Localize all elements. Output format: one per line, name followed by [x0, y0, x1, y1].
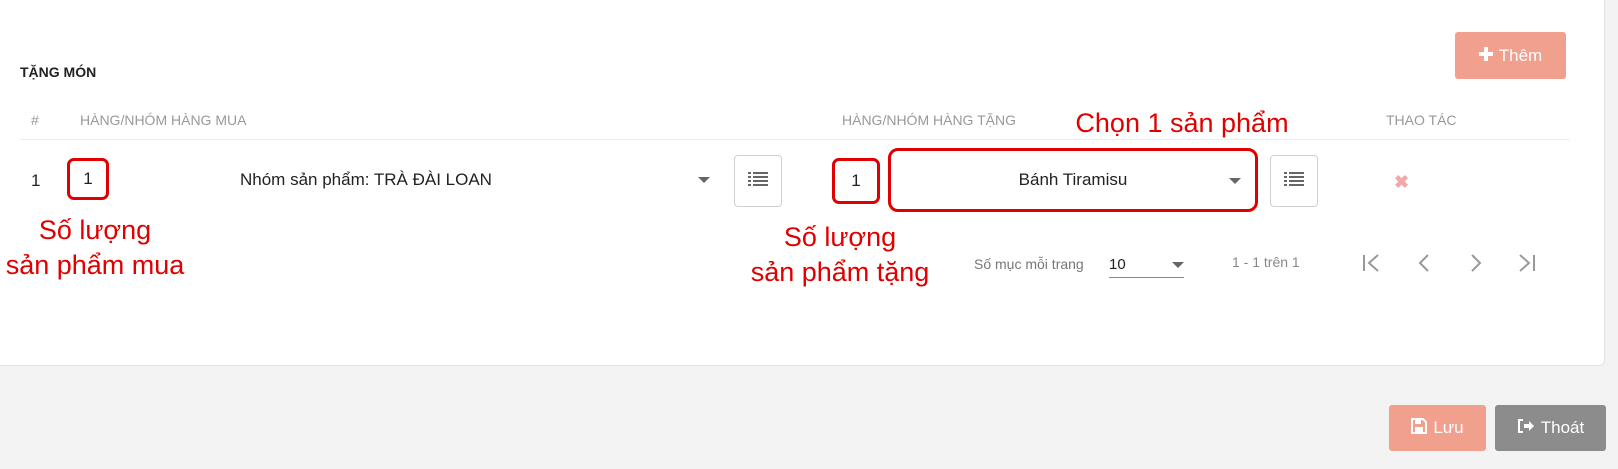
annotation-buy-quantity-line2: sản phẩm mua [5, 250, 185, 280]
buy-list-button[interactable] [734, 155, 782, 207]
chevron-down-icon [1229, 178, 1241, 184]
chevron-left-icon [1417, 253, 1431, 278]
first-page-button[interactable] [1358, 251, 1386, 279]
add-button-label: Thêm [1498, 45, 1543, 65]
exit-button-label: Thoát [1540, 418, 1585, 437]
chevron-right-icon [1469, 253, 1483, 278]
section-title: TẶNG MÓN [20, 64, 97, 80]
row-index: 1 [31, 171, 41, 190]
per-page-label: Số mục mỗi trang [974, 256, 1084, 272]
save-button-label: Lưu [1433, 418, 1464, 437]
header-gift-group: HÀNG/NHÓM HÀNG TẶNG [842, 112, 1016, 128]
header-index: # [31, 112, 39, 128]
header-divider [20, 139, 1570, 140]
per-page-select[interactable]: 10 [1109, 252, 1184, 278]
plus-icon [1478, 46, 1493, 66]
save-button[interactable]: Lưu [1389, 405, 1486, 451]
annotation-gift-quantity: Số lượng sản phẩm tặng [740, 220, 940, 290]
chevron-down-icon [698, 177, 710, 183]
gift-list-button[interactable] [1270, 155, 1318, 207]
annotation-gift-quantity-line1: Số lượng [783, 222, 897, 252]
annotation-buy-quantity-line1: Số lượng [38, 215, 152, 245]
annotation-gift-quantity-line2: sản phẩm tặng [750, 257, 930, 287]
last-page-button[interactable] [1512, 251, 1540, 279]
first-page-icon [1361, 253, 1383, 278]
buy-item-value: Nhóm sản phẩm: TRÀ ĐÀI LOAN [240, 170, 492, 189]
per-page-value: 10 [1109, 256, 1126, 273]
buy-quantity-input[interactable]: 1 [67, 158, 109, 200]
gift-panel: TẶNG MÓN Thêm # HÀNG/NHÓM HÀNG MUA HÀNG/… [0, 0, 1605, 366]
buy-item-select[interactable]: Nhóm sản phẩm: TRÀ ĐÀI LOAN [240, 160, 710, 200]
annotation-buy-quantity: Số lượng sản phẩm mua [0, 213, 190, 283]
gift-item-select[interactable]: Bánh Tiramisu [888, 148, 1258, 212]
add-button[interactable]: Thêm [1455, 32, 1566, 79]
prev-page-button[interactable] [1410, 251, 1438, 279]
gift-item-value: Bánh Tiramisu [1018, 170, 1128, 189]
next-page-button[interactable] [1462, 251, 1490, 279]
floppy-disk-icon [1411, 417, 1428, 439]
last-page-icon [1515, 253, 1537, 278]
annotation-choose-product: Chọn 1 sản phẩm [1075, 108, 1289, 138]
header-buy-group: HÀNG/NHÓM HÀNG MUA [80, 112, 247, 128]
delete-row-icon[interactable]: ✖ [1394, 172, 1409, 193]
header-actions: THAO TÁC [1386, 112, 1457, 128]
pagination-info: 1 - 1 trên 1 [1232, 254, 1300, 270]
list-icon [748, 171, 768, 191]
exit-button[interactable]: Thoát [1495, 405, 1606, 451]
list-icon [1284, 171, 1304, 191]
gift-quantity-input[interactable]: 1 [832, 158, 880, 204]
sign-out-icon [1517, 418, 1535, 439]
chevron-down-icon [1172, 261, 1184, 268]
